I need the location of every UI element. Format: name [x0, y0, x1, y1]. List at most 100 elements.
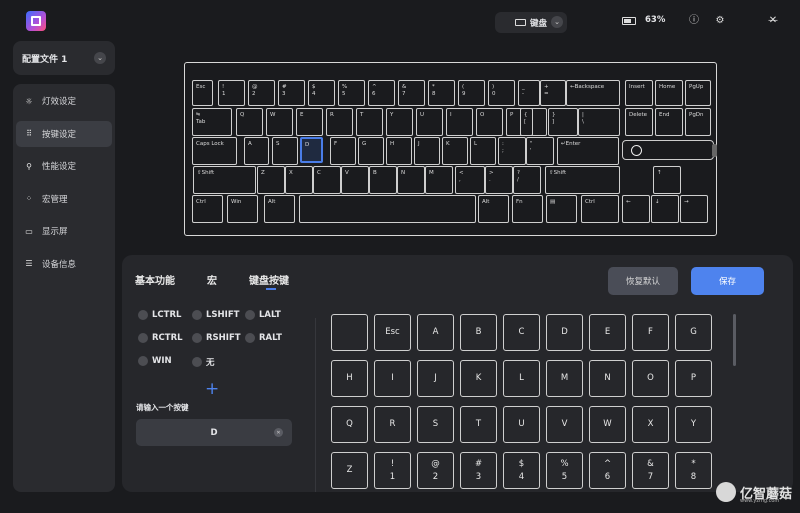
key-y[interactable]: Y: [386, 108, 413, 136]
key-@-2[interactable]: @ 2: [248, 80, 275, 106]
tab-basic[interactable]: 基本功能: [135, 272, 175, 287]
key-←[interactable]: ←: [622, 195, 650, 223]
gear-icon[interactable]: ⚙: [714, 15, 726, 27]
keygrid-key[interactable]: % 5: [546, 452, 583, 489]
key-input[interactable]: D ✕: [136, 419, 292, 446]
keygrid-key[interactable]: K: [460, 360, 497, 397]
sidebar-item-macro[interactable]: ⁘ 宏管理: [16, 186, 112, 212]
key-?-/[interactable]: ? /: [513, 166, 541, 194]
keygrid-key[interactable]: G: [675, 314, 712, 351]
key-u[interactable]: U: [416, 108, 443, 136]
key-ctrl[interactable]: Ctrl: [581, 195, 619, 223]
add-icon[interactable]: +: [205, 379, 219, 399]
key-z[interactable]: Z: [257, 166, 285, 194]
key-_--[interactable]: _ -: [518, 80, 540, 106]
key-alt[interactable]: Alt: [478, 195, 509, 223]
keygrid-key[interactable]: E: [589, 314, 626, 351]
key-g[interactable]: G: [358, 137, 384, 165]
key-a[interactable]: A: [244, 137, 269, 165]
close-icon[interactable]: ✕: [767, 15, 779, 27]
keygrid-key[interactable]: Q: [331, 406, 368, 443]
clear-icon[interactable]: ✕: [274, 428, 283, 437]
key-pgup[interactable]: PgUp: [685, 80, 711, 106]
key-"-'[interactable]: " ': [526, 137, 554, 165]
key-x[interactable]: X: [285, 166, 313, 194]
key-)-0[interactable]: ) 0: [488, 80, 515, 106]
keygrid-key[interactable]: $ 4: [503, 452, 540, 489]
key-↑[interactable]: ↑: [653, 166, 681, 194]
keygrid-key[interactable]: ! 1: [374, 452, 411, 489]
keygrid-key[interactable]: B: [460, 314, 497, 351]
key-v[interactable]: V: [341, 166, 369, 194]
keygrid-key[interactable]: C: [503, 314, 540, 351]
key-end[interactable]: End: [655, 108, 683, 136]
keygrid-key[interactable]: W: [589, 406, 626, 443]
key-d[interactable]: D: [300, 137, 323, 163]
key->-.[interactable]: > .: [485, 166, 513, 194]
key-$-4[interactable]: $ 4: [308, 80, 335, 106]
keygrid-key[interactable]: H: [331, 360, 368, 397]
key-c[interactable]: C: [313, 166, 341, 194]
key-←backspace[interactable]: ←Backspace: [566, 80, 620, 106]
key-o[interactable]: O: [476, 108, 503, 136]
key-delete[interactable]: Delete: [625, 108, 653, 136]
key-insert[interactable]: Insert: [625, 80, 653, 106]
keygrid-key[interactable]: D: [546, 314, 583, 351]
keygrid-key[interactable]: J: [417, 360, 454, 397]
tab-macro[interactable]: 宏: [207, 272, 217, 287]
sidebar-item-device-info[interactable]: ☰ 设备信息: [16, 251, 112, 277]
key-↓[interactable]: ↓: [651, 195, 679, 223]
keygrid-key[interactable]: R: [374, 406, 411, 443]
keygrid-key[interactable]: M: [546, 360, 583, 397]
save-button[interactable]: 保存: [691, 267, 764, 295]
keygrid-key[interactable]: Esc: [374, 314, 411, 351]
modifier-lshift[interactable]: LSHIFT: [192, 310, 239, 320]
keygrid-key[interactable]: V: [546, 406, 583, 443]
profile-selector[interactable]: 配置文件 1 ⌄: [13, 41, 115, 75]
key-home[interactable]: Home: [655, 80, 683, 106]
key-↵enter[interactable]: ↵Enter: [557, 137, 619, 165]
key-⇧shift[interactable]: ⇧Shift: [545, 166, 620, 194]
key-#-3[interactable]: # 3: [278, 80, 305, 106]
modifier-lctrl[interactable]: LCTRL: [138, 310, 181, 320]
key-k[interactable]: K: [442, 137, 468, 165]
key-+-=[interactable]: + =: [540, 80, 566, 106]
key-:-;[interactable]: : ;: [498, 137, 526, 165]
keygrid-key[interactable]: P: [675, 360, 712, 397]
key-caps-lock[interactable]: Caps Lock: [192, 137, 237, 165]
key-m[interactable]: M: [425, 166, 453, 194]
reset-default-button[interactable]: 恢复默认: [608, 267, 678, 295]
key-win[interactable]: Win: [227, 195, 258, 223]
keygrid-key[interactable]: T: [460, 406, 497, 443]
key-ctrl[interactable]: Ctrl: [192, 195, 223, 223]
keygrid-key[interactable]: I: [374, 360, 411, 397]
key-*-8[interactable]: * 8: [428, 80, 455, 106]
key-^-6[interactable]: ^ 6: [368, 80, 395, 106]
sidebar-item-performance[interactable]: ⚲ 性能设定: [16, 153, 112, 179]
key-alt[interactable]: Alt: [264, 195, 295, 223]
keygrid-key[interactable]: A: [417, 314, 454, 351]
tab-keyboard-keys[interactable]: 键盘按键: [249, 272, 289, 287]
sidebar-item-lighting[interactable]: ☼ 灯效设定: [16, 88, 112, 114]
key-(-9[interactable]: ( 9: [458, 80, 485, 106]
keygrid-key[interactable]: F: [632, 314, 669, 351]
key-→[interactable]: →: [680, 195, 708, 223]
sidebar-item-display[interactable]: ▭ 显示屏: [16, 218, 112, 244]
keygrid-key[interactable]: X: [632, 406, 669, 443]
key-r[interactable]: R: [326, 108, 353, 136]
keygrid-key[interactable]: Z: [331, 452, 368, 489]
key-fn[interactable]: Fn: [512, 195, 543, 223]
keygrid-key[interactable]: ^ 6: [589, 452, 626, 489]
key-{-[[interactable]: { [: [520, 108, 547, 136]
key-t[interactable]: T: [356, 108, 383, 136]
device-selector[interactable]: 键盘 ⌄: [495, 12, 567, 33]
key-pgdn[interactable]: PgDn: [685, 108, 711, 136]
info-icon[interactable]: ⓘ: [688, 15, 700, 27]
key-%-5[interactable]: % 5: [338, 80, 365, 106]
key-j[interactable]: J: [414, 137, 440, 165]
key-w[interactable]: W: [266, 108, 293, 136]
key-b[interactable]: B: [369, 166, 397, 194]
keygrid-key[interactable]: N: [589, 360, 626, 397]
sidebar-item-key-settings[interactable]: ⠿ 按键设定: [16, 120, 112, 147]
key-|-\[interactable]: | \: [578, 108, 620, 136]
